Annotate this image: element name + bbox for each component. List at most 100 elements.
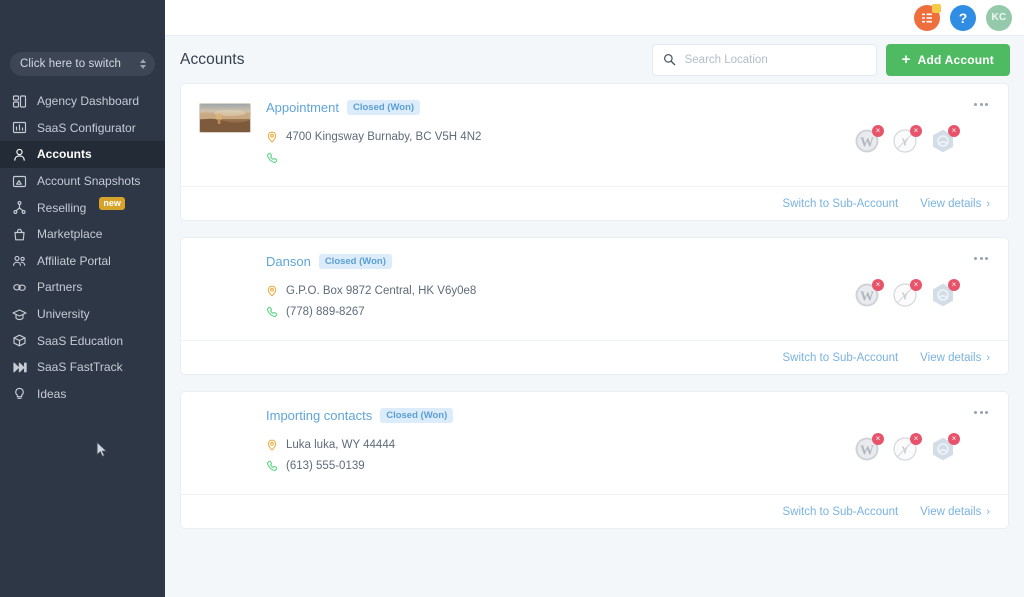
notification-badge xyxy=(932,4,941,13)
sidebar-item-label: Reselling xyxy=(37,201,86,215)
app-root: Click here to switch Agency Dashboard Saa… xyxy=(0,0,1024,597)
integration-yext-icon[interactable]: Y× xyxy=(892,436,918,462)
search-icon xyxy=(663,53,676,66)
sidebar: Click here to switch Agency Dashboard Saa… xyxy=(0,0,165,597)
account-info: Danson Closed (Won) G.P.O. Box 9872 Centra… xyxy=(266,254,820,326)
integration-wordpress-icon[interactable]: W× xyxy=(854,128,880,154)
add-account-button[interactable]: + Add Account xyxy=(886,44,1010,76)
account-card: Importing contacts Closed (Won) Luka luka,… xyxy=(180,391,1009,529)
sidebar-item-account-snapshots[interactable]: Account Snapshots xyxy=(0,168,165,195)
help-button[interactable]: ? xyxy=(950,5,976,31)
svg-text:W: W xyxy=(860,136,874,151)
sidebar-item-saas-education[interactable]: SaaS Education xyxy=(0,327,165,354)
users-group-icon xyxy=(12,253,27,268)
account-card: Danson Closed (Won) G.P.O. Box 9872 Centra… xyxy=(180,237,1009,375)
sidebar-item-accounts[interactable]: Accounts xyxy=(0,141,165,168)
integration-wordpress-icon[interactable]: W× xyxy=(854,282,880,308)
sidebar-item-saas-fasttrack[interactable]: SaaS FastTrack xyxy=(0,354,165,381)
switch-to-sub-account-link[interactable]: Switch to Sub-Account xyxy=(782,198,898,210)
view-details-label: View details xyxy=(920,506,981,518)
account-card-actions: W× Y× × xyxy=(820,254,990,326)
card-options-menu-icon[interactable] xyxy=(974,411,988,414)
account-card-footer: Switch to Sub-Account View details› xyxy=(181,340,1008,374)
task-list-glyph xyxy=(920,11,934,25)
account-phone: (613) 555-0139 xyxy=(286,460,365,472)
integration-shopify-icon[interactable]: × xyxy=(930,436,956,462)
accounts-list: AppointmentClosed (Won)4700 Kingsway Bur… xyxy=(165,83,1024,597)
bag-icon xyxy=(12,227,27,242)
sidebar-item-label: Marketplace xyxy=(37,227,102,241)
integration-yext-icon[interactable]: Y× xyxy=(892,128,918,154)
box-icon xyxy=(12,333,27,348)
account-phone-row: (778) 889-8267 xyxy=(266,303,820,321)
account-title-row: AppointmentClosed (Won) xyxy=(266,100,820,115)
sidebar-item-university[interactable]: University xyxy=(0,301,165,328)
account-name-link[interactable]: Danson xyxy=(266,254,311,269)
card-options-menu-icon[interactable] xyxy=(974,257,988,260)
account-address: 4700 Kingsway Burnaby, BC V5H 4N2 xyxy=(286,131,481,143)
switch-to-sub-account-link[interactable]: Switch to Sub-Account xyxy=(782,352,898,364)
integrations-row: W× Y× × xyxy=(854,128,956,154)
card-options-menu-icon[interactable] xyxy=(974,103,988,106)
status-badge: Closed (Won) xyxy=(380,408,453,423)
header-actions: + Add Account xyxy=(652,44,1010,76)
account-address: G.P.O. Box 9872 Central, HK V6y0e8 xyxy=(286,285,476,297)
search-box[interactable] xyxy=(652,44,877,76)
dashboard-icon xyxy=(12,94,27,109)
view-details-link[interactable]: View details› xyxy=(920,352,990,364)
account-card-footer: Switch to Sub-Account View details› xyxy=(181,494,1008,528)
sidebar-item-partners[interactable]: Partners xyxy=(0,274,165,301)
status-badge: Closed (Won) xyxy=(319,254,392,269)
integration-wordpress-icon[interactable]: W× xyxy=(854,436,880,462)
account-address-row: Luka luka, WY 44444 xyxy=(266,436,820,454)
account-name-link[interactable]: Appointment xyxy=(266,100,339,115)
avatar[interactable]: KC xyxy=(986,5,1012,31)
main-area: ? KC Accounts + Add Account xyxy=(165,0,1024,597)
task-list-icon[interactable] xyxy=(914,5,940,31)
account-address-row: 4700 Kingsway Burnaby, BC V5H 4N2 xyxy=(266,128,820,146)
account-name-link[interactable]: Importing contacts xyxy=(266,408,372,423)
location-pin-icon xyxy=(266,439,278,451)
sidebar-item-saas-configurator[interactable]: SaaS Configurator xyxy=(0,115,165,142)
sidebar-item-agency-dashboard[interactable]: Agency Dashboard xyxy=(0,88,165,115)
sidebar-item-label: Partners xyxy=(37,280,82,294)
sidebar-item-affiliate-portal[interactable]: Affiliate Portal xyxy=(0,248,165,275)
sidebar-item-ideas[interactable]: Ideas xyxy=(0,381,165,408)
graduation-cap-icon xyxy=(12,307,27,322)
account-address-row: G.P.O. Box 9872 Central, HK V6y0e8 xyxy=(266,282,820,300)
integration-disconnected-badge: × xyxy=(872,279,884,291)
integration-disconnected-badge: × xyxy=(910,433,922,445)
integration-shopify-icon[interactable]: × xyxy=(930,282,956,308)
avatar-initials: KC xyxy=(991,12,1006,23)
account-switcher-label: Click here to switch xyxy=(20,58,121,70)
account-card-body: Importing contacts Closed (Won) Luka luka,… xyxy=(181,392,1008,494)
view-details-link[interactable]: View details› xyxy=(920,198,990,210)
account-switcher[interactable]: Click here to switch xyxy=(10,52,155,76)
location-pin-icon xyxy=(266,285,278,297)
account-card-footer: Switch to Sub-Account View details› xyxy=(181,186,1008,220)
sidebar-item-label: SaaS Configurator xyxy=(37,121,136,135)
location-pin-icon xyxy=(266,131,278,143)
chevron-right-icon: › xyxy=(986,352,990,364)
account-meta: 4700 Kingsway Burnaby, BC V5H 4N2 xyxy=(266,128,820,167)
integration-yext-icon[interactable]: Y× xyxy=(892,282,918,308)
sidebar-item-label: Affiliate Portal xyxy=(37,254,111,268)
chart-bar-icon xyxy=(12,120,27,135)
sidebar-item-marketplace[interactable]: Marketplace xyxy=(0,221,165,248)
sidebar-item-reselling[interactable]: Resellingnew xyxy=(0,194,165,221)
integration-shopify-icon[interactable]: × xyxy=(930,128,956,154)
view-details-link[interactable]: View details› xyxy=(920,506,990,518)
page-title: Accounts xyxy=(180,51,245,69)
account-card-actions: W×Y×× xyxy=(820,408,990,480)
search-input[interactable] xyxy=(685,54,866,66)
chevron-right-icon: › xyxy=(986,198,990,210)
integration-disconnected-badge: × xyxy=(948,433,960,445)
sidebar-item-label: Accounts xyxy=(37,147,92,161)
account-title-row: Importing contacts Closed (Won) xyxy=(266,408,820,423)
phone-icon xyxy=(266,306,278,318)
account-info: AppointmentClosed (Won) 4700 Kingsway Bur… xyxy=(266,100,820,172)
integrations-row: W×Y×× xyxy=(854,436,956,462)
account-card-body: Danson Closed (Won) G.P.O. Box 9872 Centra… xyxy=(181,238,1008,340)
switch-to-sub-account-link[interactable]: Switch to Sub-Account xyxy=(782,506,898,518)
account-thumbnail xyxy=(199,103,251,133)
